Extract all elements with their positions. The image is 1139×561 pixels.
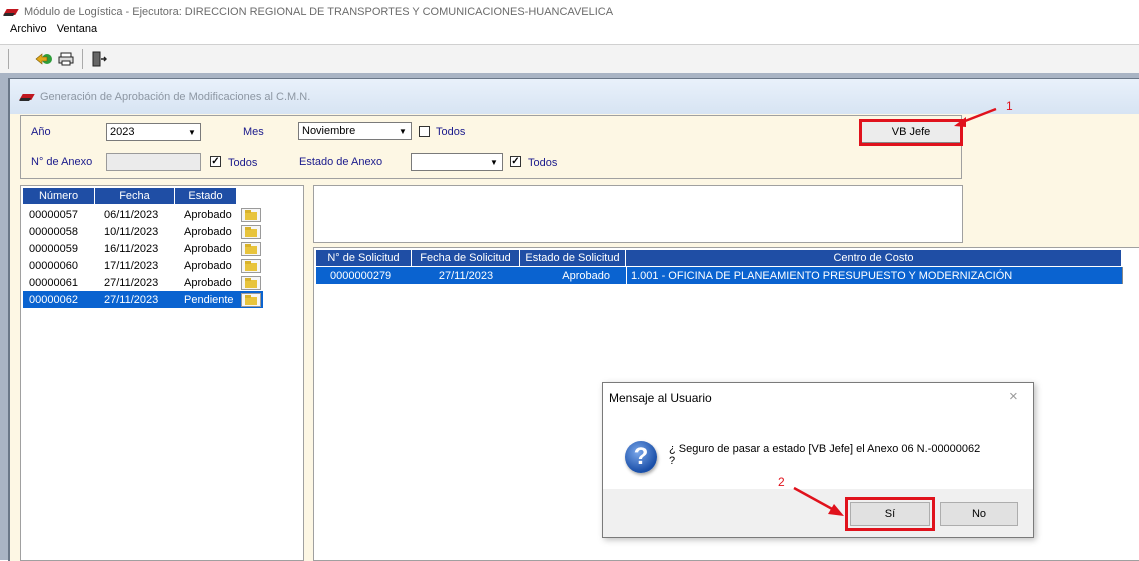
cell-numero: 00000061 bbox=[29, 276, 78, 289]
dialog-message: ¿ Seguro de pasar a estado [VB Jefe] el … bbox=[669, 443, 981, 455]
folder-icon[interactable] bbox=[241, 275, 261, 290]
chevron-down-icon[interactable]: ▼ bbox=[184, 124, 200, 140]
anio-select[interactable]: 2023 ▼ bbox=[106, 123, 201, 141]
filter-panel: Año 2023 ▼ Mes Noviembre ▼ Todos VB Jefe… bbox=[20, 115, 963, 179]
folder-icon[interactable] bbox=[241, 224, 261, 239]
column-header-centro-costo[interactable]: Centro de Costo bbox=[626, 250, 1122, 266]
close-icon[interactable]: × bbox=[1009, 388, 1018, 405]
highlight-box-1 bbox=[859, 119, 963, 146]
cell-estado: Pendiente bbox=[175, 291, 239, 308]
anio-value: 2023 bbox=[110, 126, 135, 138]
table-row[interactable]: 00000061 27/11/2023 Aprobado bbox=[23, 274, 263, 291]
child-window-title: Generación de Aprobación de Modificacion… bbox=[40, 90, 311, 103]
cell-fecha: 27/11/2023 bbox=[95, 291, 175, 308]
back-arrow-icon[interactable] bbox=[33, 49, 55, 69]
question-icon: ? bbox=[625, 441, 657, 473]
anexo-todos-label: Todos bbox=[228, 157, 258, 169]
folder-icon[interactable] bbox=[241, 258, 261, 273]
column-header-numero[interactable]: Número bbox=[23, 188, 95, 204]
table-row[interactable]: 00000058 10/11/2023 Aprobado bbox=[23, 223, 263, 240]
dialog-title: Mensaje al Usuario bbox=[609, 391, 712, 405]
cell-fecha: 06/11/2023 bbox=[104, 208, 159, 221]
cell-estado-solicitud[interactable]: Aprobado bbox=[520, 267, 626, 284]
folder-icon[interactable] bbox=[241, 292, 261, 307]
cell-fecha: 16/11/2023 bbox=[104, 242, 159, 255]
toolbar bbox=[0, 44, 1139, 74]
cell-estado: Aprobado bbox=[184, 225, 232, 238]
annotation-arrow-1 bbox=[954, 107, 997, 127]
annotation-arrow-2 bbox=[793, 486, 844, 516]
mes-todos-checkbox[interactable] bbox=[419, 126, 430, 137]
chevron-down-icon[interactable]: ▼ bbox=[486, 154, 502, 170]
table-row[interactable]: 00000059 16/11/2023 Aprobado bbox=[23, 240, 263, 257]
column-header-estado[interactable]: Estado bbox=[175, 188, 237, 204]
cell-numero: 00000062 bbox=[23, 291, 95, 308]
anexo-field[interactable] bbox=[106, 153, 201, 171]
toolbar-separator bbox=[8, 49, 9, 69]
cell-estado: Aprobado bbox=[184, 259, 232, 272]
column-header-fecha[interactable]: Fecha bbox=[95, 188, 175, 204]
anexo-label: N° de Anexo bbox=[31, 156, 93, 168]
cell-numero: 00000057 bbox=[29, 208, 78, 221]
menu-bar: Archivo Ventana bbox=[10, 23, 97, 39]
anexos-grid: Número Fecha Estado 00000057 06/11/2023 … bbox=[20, 185, 304, 561]
window-title: Módulo de Logística - Ejecutora: DIRECCI… bbox=[24, 6, 614, 18]
no-button-label: No bbox=[971, 508, 987, 520]
highlight-box-2 bbox=[845, 497, 935, 531]
cell-numero: 00000059 bbox=[29, 242, 78, 255]
mes-value: Noviembre bbox=[302, 125, 356, 137]
column-header-fecha-solicitud[interactable]: Fecha de Solicitud bbox=[412, 250, 520, 266]
detail-panel bbox=[313, 185, 963, 243]
exit-door-icon[interactable] bbox=[88, 49, 110, 69]
app-logo-icon bbox=[4, 7, 18, 17]
column-header-estado-solicitud[interactable]: Estado de Solicitud bbox=[520, 250, 626, 266]
estado-todos-checkbox[interactable]: ✓ bbox=[510, 156, 521, 167]
cell-estado: Aprobado bbox=[184, 242, 232, 255]
cell-numero: 00000060 bbox=[29, 259, 78, 272]
annotation-marker-2: 2 bbox=[778, 475, 785, 489]
estado-anexo-select[interactable]: ▼ bbox=[411, 153, 503, 171]
mes-select[interactable]: Noviembre ▼ bbox=[298, 122, 412, 140]
estado-todos-label: Todos bbox=[528, 157, 558, 169]
printer-icon[interactable] bbox=[55, 49, 77, 69]
cell-fecha-solicitud[interactable]: 27/11/2023 bbox=[412, 267, 520, 284]
dialog-message-end: ? bbox=[669, 455, 676, 467]
mes-todos-label: Todos bbox=[436, 126, 466, 138]
cell-fecha: 10/11/2023 bbox=[104, 225, 159, 238]
anexo-todos-checkbox[interactable]: ✓ bbox=[210, 156, 221, 167]
cell-estado: Aprobado bbox=[184, 208, 232, 221]
menu-ventana[interactable]: Ventana bbox=[57, 23, 97, 39]
estado-anexo-label: Estado de Anexo bbox=[299, 156, 383, 168]
cell-fecha: 17/11/2023 bbox=[104, 259, 159, 272]
folder-icon[interactable] bbox=[241, 207, 261, 222]
anio-label: Año bbox=[31, 126, 51, 138]
folder-icon[interactable] bbox=[241, 241, 261, 256]
table-row[interactable]: 00000060 17/11/2023 Aprobado bbox=[23, 257, 263, 274]
toolbar-separator bbox=[82, 49, 83, 69]
no-button[interactable]: No bbox=[940, 502, 1018, 526]
cell-estado: Aprobado bbox=[184, 276, 232, 289]
cell-numero: 00000058 bbox=[29, 225, 78, 238]
table-row-selected[interactable]: 00000062 27/11/2023 Pendiente bbox=[23, 291, 263, 308]
cell-solicitud[interactable]: 0000000279 bbox=[316, 267, 412, 284]
table-row[interactable]: 00000057 06/11/2023 Aprobado bbox=[23, 206, 263, 223]
mes-label: Mes bbox=[243, 126, 264, 138]
cell-fecha: 27/11/2023 bbox=[104, 276, 159, 289]
annotation-marker-1: 1 bbox=[1006, 99, 1013, 113]
cell-centro-costo[interactable]: 1.001 - OFICINA DE PLANEAMIENTO PRESUPUE… bbox=[626, 267, 1122, 284]
menu-archivo[interactable]: Archivo bbox=[10, 23, 47, 39]
column-header-solicitud[interactable]: N° de Solicitud bbox=[316, 250, 412, 266]
form-icon bbox=[20, 92, 34, 102]
grid-scroll-corner bbox=[1122, 267, 1139, 284]
chevron-down-icon[interactable]: ▼ bbox=[395, 123, 411, 139]
window-title-bar: Módulo de Logística - Ejecutora: DIRECCI… bbox=[4, 4, 613, 20]
